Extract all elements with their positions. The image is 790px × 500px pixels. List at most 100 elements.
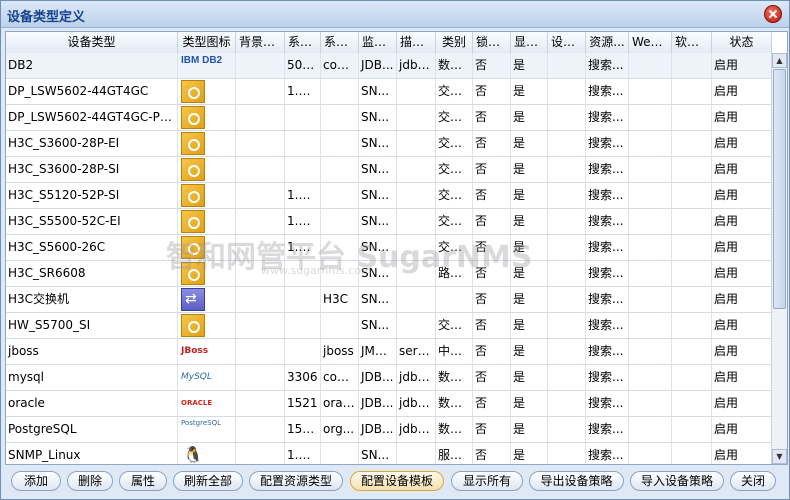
column-header[interactable]: 描述... xyxy=(397,32,436,53)
toolbar-button[interactable]: 属性 xyxy=(119,471,167,491)
table-cell: 搜索... xyxy=(586,131,629,156)
device-type-name: H3C_S5120-52P-SI xyxy=(6,183,178,208)
table-cell xyxy=(629,235,672,260)
table-cell: 否 xyxy=(473,209,511,234)
postgresql-icon: PostgreSQL xyxy=(181,419,221,427)
table-cell: com... xyxy=(321,365,359,390)
device-type-name: H3C_S5500-52C-EI xyxy=(6,209,178,234)
table-cell xyxy=(321,261,359,286)
type-icon-cell: JBoss xyxy=(178,339,236,364)
table-cell: org... xyxy=(321,417,359,442)
table-row[interactable]: HW_S5700_SI SN... 交换... 否是 搜索... 启用 xyxy=(6,313,772,339)
device-icon xyxy=(181,314,205,337)
type-icon-cell: MySQL xyxy=(178,365,236,390)
column-header[interactable]: 类型图标 xyxy=(178,32,236,53)
table-cell: 搜索... xyxy=(586,183,629,208)
table-cell: jdbc... xyxy=(397,417,436,442)
table-row[interactable]: DB2IBM DB2 50000com...JDB...jdbc...数据...否… xyxy=(6,53,772,79)
table-row[interactable]: H3C_S3600-28P-EI SN... 交换... 否是 搜索... 启用 xyxy=(6,131,772,157)
table-cell xyxy=(236,183,285,208)
table-row[interactable]: jboss JBoss jboss JMX... servi... 中间... 否是搜索..… xyxy=(6,339,772,365)
type-icon-cell: 🐧 xyxy=(178,443,236,464)
column-header[interactable]: 状态 xyxy=(712,32,772,53)
column-header[interactable]: 监控... xyxy=(359,32,397,53)
column-header[interactable]: 系统... xyxy=(285,32,321,53)
type-icon-cell: ORACLE xyxy=(178,391,236,416)
table-row[interactable]: oracle ORACLE 1521 orac... JDB... jdbc... 数据..… xyxy=(6,391,772,417)
table-row[interactable]: H3C_SR6608 SN... 路由... 否是 搜索... 启用 xyxy=(6,261,772,287)
table-row[interactable]: H3C_S5120-52P-SI 1.3.... SN... 交换... 否是 搜索...… xyxy=(6,183,772,209)
table-cell xyxy=(548,235,586,260)
device-icon xyxy=(181,80,205,103)
table-cell: 搜索... xyxy=(586,235,629,260)
table-cell: 否 xyxy=(473,339,511,364)
table-row[interactable]: PostgreSQLPostgreSQL 15433org...JDB...jdb… xyxy=(6,417,772,443)
table-cell: 启用 xyxy=(712,105,772,130)
table-cell: 启用 xyxy=(712,261,772,286)
table-cell xyxy=(397,209,436,234)
column-header[interactable]: 资源... xyxy=(586,32,629,53)
table-row[interactable]: H3C_S5500-52C-EI 1.3.... SN... 交换... 否是 搜索...… xyxy=(6,209,772,235)
table-cell xyxy=(548,443,586,464)
vertical-scrollbar[interactable]: ▲ ▼ xyxy=(771,53,787,464)
close-icon[interactable] xyxy=(764,5,782,23)
table-cell xyxy=(548,79,586,104)
ibm-db2-icon: IBM DB2 xyxy=(181,55,223,66)
type-icon-cell: PostgreSQL xyxy=(178,417,236,442)
table-cell xyxy=(397,443,436,464)
column-header[interactable]: 软件... xyxy=(672,32,712,53)
table-cell: 否 xyxy=(473,391,511,416)
column-header[interactable]: 背景图... xyxy=(236,32,285,53)
table-cell xyxy=(285,105,321,130)
type-icon-cell xyxy=(178,261,236,286)
table-cell: 数据... xyxy=(436,365,473,390)
table-cell: SN... xyxy=(359,183,397,208)
table-cell: 启用 xyxy=(712,53,772,78)
table-row[interactable]: SNMP_Linux 🐧 1.3.... SN... 服务... 否是 搜索... 启用 xyxy=(6,443,772,464)
column-header[interactable]: Web... xyxy=(629,32,672,53)
table-cell xyxy=(548,261,586,286)
table-cell xyxy=(629,183,672,208)
scroll-down-button[interactable]: ▼ xyxy=(772,449,787,464)
table-cell xyxy=(548,209,586,234)
table-row[interactable]: H3C交换机 H3CSN... 否是 搜索... 启用 xyxy=(6,287,772,313)
toolbar-button[interactable]: 刷新全部 xyxy=(173,471,243,491)
toolbar-button[interactable]: 关闭 xyxy=(730,471,776,491)
column-header[interactable]: 类别 xyxy=(436,32,473,53)
toolbar-button[interactable]: 添加 xyxy=(11,471,61,491)
scroll-thumb[interactable] xyxy=(773,69,786,309)
table-cell: 启用 xyxy=(712,417,772,442)
scroll-up-button[interactable]: ▲ xyxy=(772,53,787,68)
table-cell xyxy=(436,287,473,312)
table-cell: 交换... xyxy=(436,131,473,156)
toolbar-button[interactable]: 导入设备策略 xyxy=(630,471,724,491)
toolbar-button[interactable]: 删除 xyxy=(67,471,113,491)
table-cell xyxy=(672,235,712,260)
table-cell xyxy=(321,235,359,260)
table-cell xyxy=(548,183,586,208)
table-row[interactable]: H3C_S5600-26C 1.3.... SN... 交换... 否是 搜索... 启用 xyxy=(6,235,772,261)
title-bar: 设备类型定义 xyxy=(1,1,789,28)
toolbar-button[interactable]: 配置设备模板 xyxy=(350,471,444,491)
column-header[interactable]: 设备类型 xyxy=(6,32,178,53)
toolbar-button[interactable]: 导出设备策略 xyxy=(529,471,624,491)
toolbar-button[interactable]: 显示所有 xyxy=(451,471,523,491)
device-type-name: mysql xyxy=(6,365,178,390)
column-header[interactable]: 设备... xyxy=(548,32,586,53)
table-row[interactable]: DP_LSW5602-44GT4GC 1.3.... SN... 交换... 否是 搜索.… xyxy=(6,79,772,105)
column-header[interactable]: 锁定... xyxy=(473,32,511,53)
table-row[interactable]: DP_LSW5602-44GT4GC-PWR SN... 交换... 否是 搜索... 启… xyxy=(6,105,772,131)
table-cell xyxy=(236,209,285,234)
table-row[interactable]: mysql MySQL 3306 com... JDB... jdbc... 数据... 否是… xyxy=(6,365,772,391)
column-header[interactable]: 系统... xyxy=(321,32,359,53)
table-cell: 交换... xyxy=(436,183,473,208)
table-cell xyxy=(321,183,359,208)
table-cell: 启用 xyxy=(712,209,772,234)
table-cell xyxy=(321,443,359,464)
type-icon-cell xyxy=(178,131,236,156)
table-cell: 15433 xyxy=(285,417,321,442)
column-header[interactable]: 显示... xyxy=(511,32,548,53)
toolbar-button[interactable]: 配置资源类型 xyxy=(249,471,343,491)
table-row[interactable]: H3C_S3600-28P-SI SN... 交换... 否是 搜索... 启用 xyxy=(6,157,772,183)
table-cell xyxy=(672,79,712,104)
